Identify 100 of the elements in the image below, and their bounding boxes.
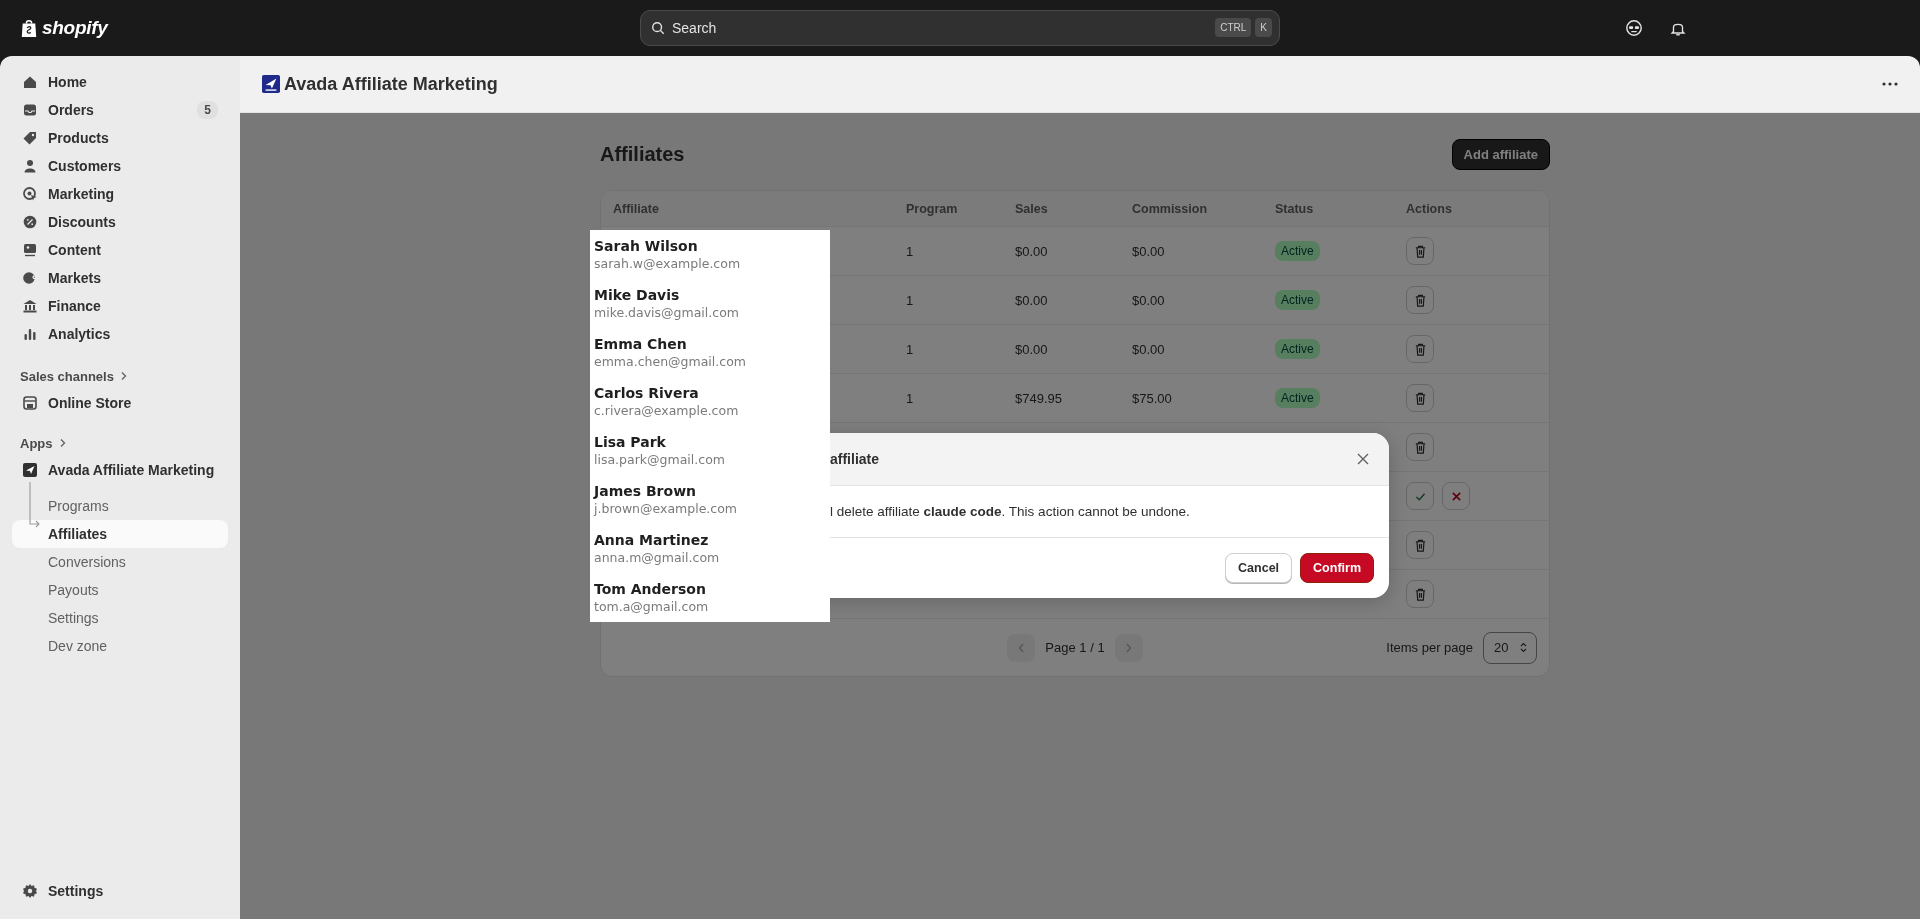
affiliate-email: tom.a@gmail.com	[594, 599, 710, 614]
globe-dollar-icon	[22, 270, 38, 286]
user-glasses-icon[interactable]	[1625, 19, 1643, 37]
affiliate-email: lisa.park@gmail.com	[594, 452, 726, 467]
nav-item[interactable]: Home	[12, 68, 228, 96]
affiliate-name[interactable]: Lisa Park	[594, 434, 830, 450]
tag-icon	[22, 130, 38, 146]
affiliate-email: anna.m@gmail.com	[594, 550, 721, 565]
chevron-icon	[58, 438, 67, 448]
nav-item[interactable]: Markets	[12, 264, 228, 292]
status-badge: Active	[1275, 241, 1320, 261]
column-header: Actions	[1405, 201, 1453, 216]
delete-button[interactable]	[1406, 580, 1434, 608]
status-badge: Active	[1275, 339, 1320, 359]
add-affiliate-button[interactable]: Add affiliate	[1451, 138, 1550, 170]
delete-button[interactable]	[1406, 531, 1434, 559]
nav-item[interactable]: Online Store	[12, 389, 228, 417]
items-per-page-label: Items per page	[1386, 640, 1473, 655]
nav-item[interactable]: Conversions	[12, 548, 228, 576]
inbox-icon	[22, 102, 38, 118]
affiliate-email: emma.chen@gmail.com	[594, 354, 747, 369]
delete-button[interactable]	[1406, 237, 1434, 265]
column-header: Program	[905, 201, 959, 216]
table-cell-text: 1	[905, 292, 915, 308]
percent-badge-icon	[22, 214, 38, 230]
nav-item[interactable]: Discounts	[12, 208, 228, 236]
affiliate-name[interactable]: Emma Chen	[594, 336, 830, 352]
storefront-icon	[22, 395, 38, 411]
column-header: Sales	[1014, 201, 1049, 216]
affiliate-email: c.rivera@example.com	[594, 403, 740, 418]
table-cell-text: $0.00	[1014, 341, 1049, 357]
app-logo-icon	[22, 462, 38, 478]
affiliate-name[interactable]: Sarah Wilson	[594, 238, 830, 254]
person-icon	[22, 158, 38, 174]
nav-item[interactable]: Payouts	[12, 576, 228, 604]
target-cursor-icon	[22, 186, 38, 202]
bank-icon	[22, 298, 38, 314]
items-per-page-select[interactable]: 20	[1483, 631, 1537, 664]
close-icon[interactable]	[1357, 453, 1369, 465]
confirm-button[interactable]: Confirm	[1300, 553, 1374, 583]
table-cell-text: $0.00	[1014, 292, 1049, 308]
close-icon	[1450, 490, 1462, 502]
more-icon[interactable]	[1882, 82, 1898, 86]
column-header: Commission	[1131, 201, 1208, 216]
shortcut-key: K	[1255, 18, 1272, 37]
nav-item[interactable]: Products	[12, 124, 228, 152]
nav-item[interactable]: Programs	[12, 492, 228, 520]
up-down-chevron-icon	[1520, 642, 1527, 653]
nav-item[interactable]: Analytics	[12, 320, 228, 348]
image-frame-icon	[22, 242, 38, 258]
nav-item[interactable]: Finance	[12, 292, 228, 320]
affiliate-name[interactable]: Mike Davis	[594, 287, 830, 303]
table-cell-text: $0.00	[1131, 243, 1166, 259]
logo-wordmark[interactable]: shopify	[42, 17, 108, 39]
nav-item[interactable]: Settings	[12, 604, 228, 632]
delete-button[interactable]	[1406, 384, 1434, 412]
delete-button[interactable]	[1406, 286, 1434, 314]
nav-item[interactable]: Settings	[12, 877, 228, 905]
nav-item[interactable]: Marketing	[12, 180, 228, 208]
affiliate-name[interactable]: Tom Anderson	[594, 581, 830, 597]
status-badge: Active	[1275, 388, 1320, 408]
nav-item[interactable]: Affiliates	[12, 520, 228, 548]
dialog-message: l delete affiliate claude code. This action cannot be undone.	[830, 504, 1190, 519]
section-heading[interactable]: Apps	[0, 430, 240, 456]
shopping-bag-icon	[20, 18, 38, 38]
home-icon	[22, 74, 38, 90]
affiliate-name[interactable]: Anna Martinez	[594, 532, 830, 548]
table-cell-text: 1	[905, 341, 915, 357]
affiliate-name[interactable]: Carlos Rivera	[594, 385, 830, 401]
delete-button[interactable]	[1406, 433, 1434, 461]
table-cell-text: $749.95	[1014, 390, 1063, 406]
section-heading[interactable]: Sales channels	[0, 363, 240, 389]
app-logo-icon	[262, 75, 280, 93]
cancel-button[interactable]: Cancel	[1225, 553, 1293, 583]
affiliate-name[interactable]: James Brown	[594, 483, 830, 499]
bar-chart-icon	[22, 326, 38, 342]
page-title: Affiliates	[600, 142, 685, 166]
status-badge: Active	[1275, 290, 1320, 310]
table-cell-text: 1	[905, 243, 915, 259]
nav-item[interactable]: Avada Affiliate Marketing	[12, 456, 228, 484]
affiliate-email: j.brown@example.com	[594, 501, 738, 516]
column-header: Status	[1274, 201, 1315, 216]
nav-item[interactable]: Customers	[12, 152, 228, 180]
nav-item[interactable]: Content	[12, 236, 228, 264]
reject-button[interactable]	[1442, 482, 1470, 510]
page-indicator: Page 1 / 1	[1045, 640, 1105, 655]
shortcut-key: CTRL	[1215, 18, 1252, 37]
app-title: Avada Affiliate Marketing	[284, 73, 498, 95]
delete-button[interactable]	[1406, 335, 1434, 363]
table-cell-text: $75.00	[1131, 390, 1173, 406]
nav-item[interactable]: Dev zone	[12, 632, 228, 660]
dialog-title: affiliate	[830, 451, 879, 467]
table-cell-text: 1	[905, 390, 915, 406]
affiliate-email: mike.davis@gmail.com	[594, 305, 740, 320]
table-cell-text: $0.00	[1014, 243, 1049, 259]
nav-item[interactable]: Orders 5	[12, 96, 228, 124]
tree-branch-line	[29, 482, 41, 528]
column-header: Affiliate	[612, 201, 660, 216]
table-cell-text: $0.00	[1131, 292, 1166, 308]
chevron-icon	[119, 371, 128, 381]
